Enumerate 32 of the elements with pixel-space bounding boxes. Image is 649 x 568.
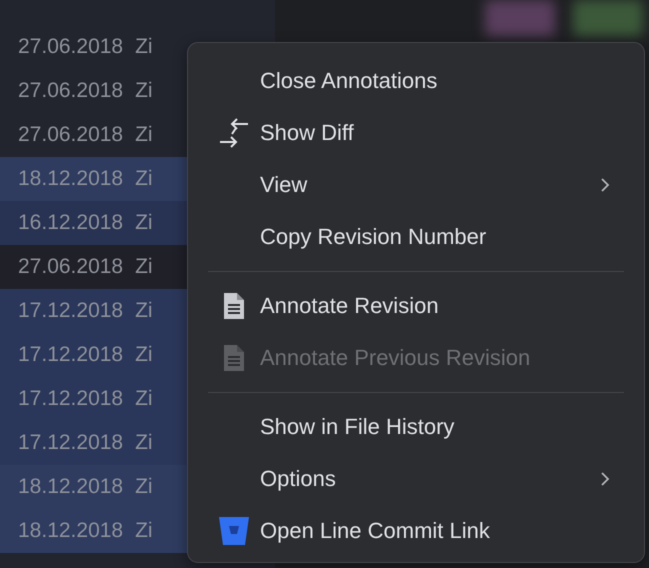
document-icon [224,345,244,371]
author-text: Zi [135,343,153,367]
date-text: 17.12.2018 [18,431,124,455]
blurred-code [485,0,555,36]
date-text: 27.06.2018 [18,255,124,279]
author-text: Zi [135,123,153,147]
author-text: Zi [135,519,153,543]
author-text: Zi [135,387,153,411]
compare-arrows-icon [218,118,250,148]
author-text: Zi [135,255,153,279]
author-text: Zi [135,79,153,103]
document-icon [224,293,244,319]
date-text: 18.12.2018 [18,167,124,191]
date-text: 17.12.2018 [18,343,124,367]
author-text: Zi [135,211,153,235]
bucket-icon [218,516,250,546]
author-text: Zi [135,431,153,455]
date-text: 17.12.2018 [18,299,124,323]
author-text: Zi [135,299,153,323]
date-text: 17.12.2018 [18,387,124,411]
author-text: Zi [135,35,153,59]
date-text: 18.12.2018 [18,519,124,543]
author-text: Zi [135,167,153,191]
date-text: 27.06.2018 [18,35,124,59]
date-text: 27.06.2018 [18,79,124,103]
date-text: 18.12.2018 [18,475,124,499]
blurred-code [573,0,643,36]
chevron-right-icon [600,471,610,487]
date-text: 27.06.2018 [18,123,124,147]
date-text: 16.12.2018 [18,211,124,235]
author-text: Zi [135,475,153,499]
chevron-right-icon [600,177,610,193]
